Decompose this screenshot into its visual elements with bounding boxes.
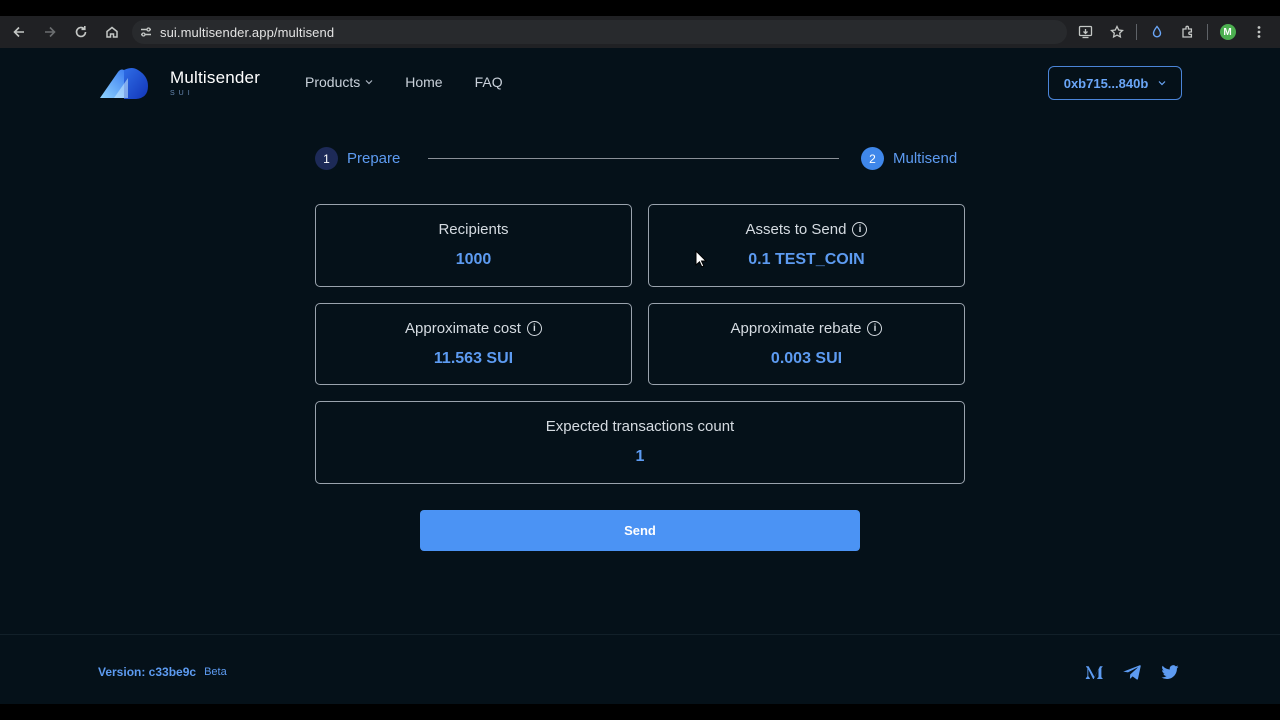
install-app-icon[interactable] — [1070, 16, 1101, 48]
twitter-icon[interactable] — [1160, 662, 1180, 682]
screen-top-bar — [0, 0, 1280, 16]
toolbar-divider — [1136, 24, 1137, 40]
multisender-logo-icon — [98, 66, 154, 102]
card-title: Approximate cost — [405, 320, 521, 337]
step-number: 1 — [315, 147, 338, 170]
chevron-down-icon — [1158, 78, 1166, 88]
card-title: Approximate rebate — [730, 320, 862, 337]
home-icon[interactable] — [97, 17, 127, 47]
nav-faq[interactable]: FAQ — [475, 74, 503, 90]
step-connector — [428, 158, 839, 159]
sui-wallet-extension-icon[interactable] — [1141, 16, 1172, 48]
version-text: Version: c33be9c — [98, 665, 197, 679]
card-value: 11.563 SUI — [433, 350, 514, 367]
wallet-button[interactable]: 0xb715...840b — [1048, 66, 1182, 100]
card-title: Recipients — [438, 221, 509, 238]
address-bar[interactable]: sui.multisender.app/multisend — [132, 20, 1067, 44]
forward-icon[interactable] — [35, 17, 65, 47]
brand-name: Multisender — [170, 68, 261, 87]
app-page: Multisender SUI Products Home FAQ 0xb715… — [0, 48, 1280, 704]
brand-logo[interactable]: Multisender SUI — [98, 66, 260, 102]
step-multisend: 2 Multisend — [861, 147, 957, 170]
info-icon[interactable]: i — [867, 321, 883, 336]
profile-initial: M — [1219, 24, 1236, 40]
reload-icon[interactable] — [66, 17, 96, 47]
back-icon[interactable] — [4, 17, 34, 47]
send-button[interactable]: Send — [420, 510, 860, 551]
bookmark-star-icon[interactable] — [1101, 16, 1132, 48]
card-value: 1 — [635, 448, 645, 465]
transactions-count-card: Expected transactions count 1 — [315, 401, 965, 484]
progress-stepper: 1 Prepare 2 Multisend — [315, 147, 965, 171]
assets-card: Assets to Send i 0.1 TEST_COIN — [648, 204, 965, 287]
profile-avatar[interactable]: M — [1212, 16, 1243, 48]
site-settings-icon[interactable] — [132, 25, 160, 39]
step-label: Multisend — [893, 150, 958, 167]
version-info: Version: c33be9c Beta — [98, 665, 227, 679]
approximate-cost-card: Approximate cost i 11.563 SUI — [315, 303, 632, 385]
recipients-card: Recipients 1000 — [315, 204, 632, 287]
info-icon[interactable]: i — [852, 222, 868, 237]
wallet-address: 0xb715...840b — [1063, 75, 1149, 91]
toolbar-divider — [1207, 24, 1208, 40]
nav-products[interactable]: Products — [305, 74, 373, 90]
telegram-icon[interactable] — [1122, 662, 1142, 682]
info-icon[interactable]: i — [526, 321, 542, 336]
approximate-rebate-card: Approximate rebate i 0.003 SUI — [648, 303, 965, 385]
card-title: Assets to Send — [745, 221, 847, 238]
kebab-menu-icon[interactable] — [1243, 16, 1274, 48]
mouse-cursor-icon — [695, 249, 708, 273]
browser-toolbar: sui.multisender.app/multisend M — [0, 16, 1280, 48]
main-nav: Products Home FAQ — [305, 74, 535, 90]
extensions-puzzle-icon[interactable] — [1172, 16, 1203, 48]
nav-home[interactable]: Home — [405, 74, 442, 90]
step-number: 2 — [861, 147, 884, 170]
step-prepare[interactable]: 1 Prepare — [315, 147, 400, 170]
chevron-down-icon — [365, 77, 373, 87]
step-label: Prepare — [347, 150, 401, 167]
url-text: sui.multisender.app/multisend — [160, 24, 335, 40]
card-value: 0.003 SUI — [770, 350, 843, 367]
social-links — [1084, 662, 1180, 682]
card-value: 1000 — [455, 251, 492, 268]
medium-icon[interactable] — [1084, 662, 1104, 682]
nav-products-label: Products — [305, 74, 361, 90]
beta-badge: Beta — [204, 666, 227, 678]
card-title: Expected transactions count — [545, 418, 735, 435]
brand-sub: SUI — [170, 90, 194, 97]
footer-divider — [0, 634, 1280, 635]
screen-bottom-bar — [0, 704, 1280, 720]
